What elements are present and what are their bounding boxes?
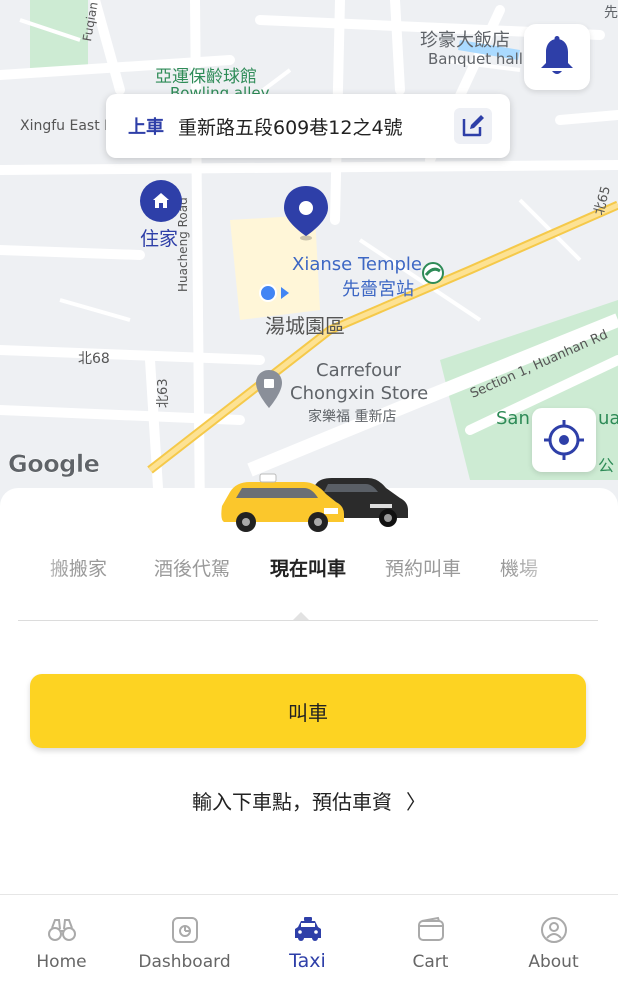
map-label-carrefour: Carrefour [316, 360, 401, 381]
call-taxi-button[interactable]: 叫車 [30, 674, 586, 748]
nav-home-label: Home [36, 952, 87, 972]
pickup-tag: 上車 [128, 117, 164, 138]
pickup-pin-icon [284, 186, 328, 241]
nav-cart-label: Cart [412, 952, 449, 972]
nav-about[interactable]: About [492, 895, 615, 986]
taxi-cars-icon [221, 473, 408, 532]
my-location-dot [259, 284, 277, 302]
map-road-bei63: 北63 [156, 378, 171, 408]
edit-icon [462, 115, 484, 137]
shopping-pin-icon [256, 370, 282, 408]
chevron-right-icon: 〉 [406, 790, 426, 814]
map-label-san: San [496, 408, 530, 429]
map-label-ua: ua [598, 408, 618, 429]
tab-call-now[interactable]: 現在叫車 [270, 554, 346, 581]
nav-about-label: About [528, 952, 579, 972]
wallet-icon [417, 916, 444, 941]
tab-designated-driver[interactable]: 酒後代駕 [154, 554, 230, 581]
map-label-district: 湯城園區 [265, 314, 345, 338]
nav-home[interactable]: Home [0, 895, 123, 986]
home-pin-label: 住家 [140, 228, 179, 250]
map-label-carrefour-store: Chongxin Store [290, 383, 429, 404]
tab-indicator [293, 612, 309, 620]
notification-button[interactable] [524, 24, 590, 90]
pickup-address: 重新路五段609巷12之4號 [178, 116, 403, 139]
dropoff-estimate-link[interactable]: 輸入下車點，預估車資〉 [0, 786, 618, 815]
bell-icon [541, 36, 573, 74]
map-label-corner: 先 [604, 5, 618, 21]
locate-me-button[interactable] [532, 408, 596, 472]
google-logo: Google [8, 450, 100, 479]
map-label-banquet-en: Banquet hall [428, 50, 523, 68]
map-label-temple-en: Xianse Temple [292, 254, 422, 275]
map-label-carrefour-zh: 家樂福 重新店 [308, 409, 397, 425]
nav-taxi[interactable]: Taxi [246, 895, 369, 986]
crosshair-icon [544, 420, 584, 460]
edit-pickup-button[interactable] [454, 108, 492, 144]
map-road-xingfu: Xingfu East R [20, 118, 114, 134]
map-label-gong: 公 [598, 456, 615, 475]
home-icon [153, 193, 169, 208]
nav-dashboard[interactable]: Dashboard [123, 895, 246, 986]
dropoff-estimate-label: 輸入下車點，預估車資 [192, 790, 392, 814]
map-label-banquet: 珍豪大飯店 [420, 30, 510, 51]
metro-station-icon [422, 262, 444, 284]
tab-reserve[interactable]: 預約叫車 [385, 554, 461, 581]
home-pin[interactable] [140, 180, 182, 222]
nav-cart[interactable]: Cart [369, 895, 492, 986]
service-tabs: 搬搬家 酒後代駕 現在叫車 預約叫車 機場 [0, 548, 618, 588]
binoculars-icon [47, 919, 76, 941]
tabs-fade-right [508, 548, 618, 588]
nav-dashboard-label: Dashboard [138, 952, 231, 972]
pickup-address-card[interactable]: 上車 重新路五段609巷12之4號 [106, 94, 510, 158]
tabs-divider [18, 620, 598, 621]
nav-taxi-label: Taxi [289, 950, 326, 972]
user-icon [540, 917, 567, 943]
tabs-fade-left [0, 548, 70, 588]
map-label-temple-zh: 先嗇宮站 [342, 279, 414, 300]
map-road-bei68: 北68 [78, 351, 110, 367]
bottom-nav: Home Dashboard Taxi Cart About [0, 894, 618, 986]
chart-icon [171, 917, 198, 943]
taxi-icon [294, 917, 321, 941]
heading-arrow-icon [281, 287, 289, 299]
map-view[interactable]: 珍豪大飯店 Banquet hall 亞運保齡球館 Bowling alley … [0, 0, 618, 520]
